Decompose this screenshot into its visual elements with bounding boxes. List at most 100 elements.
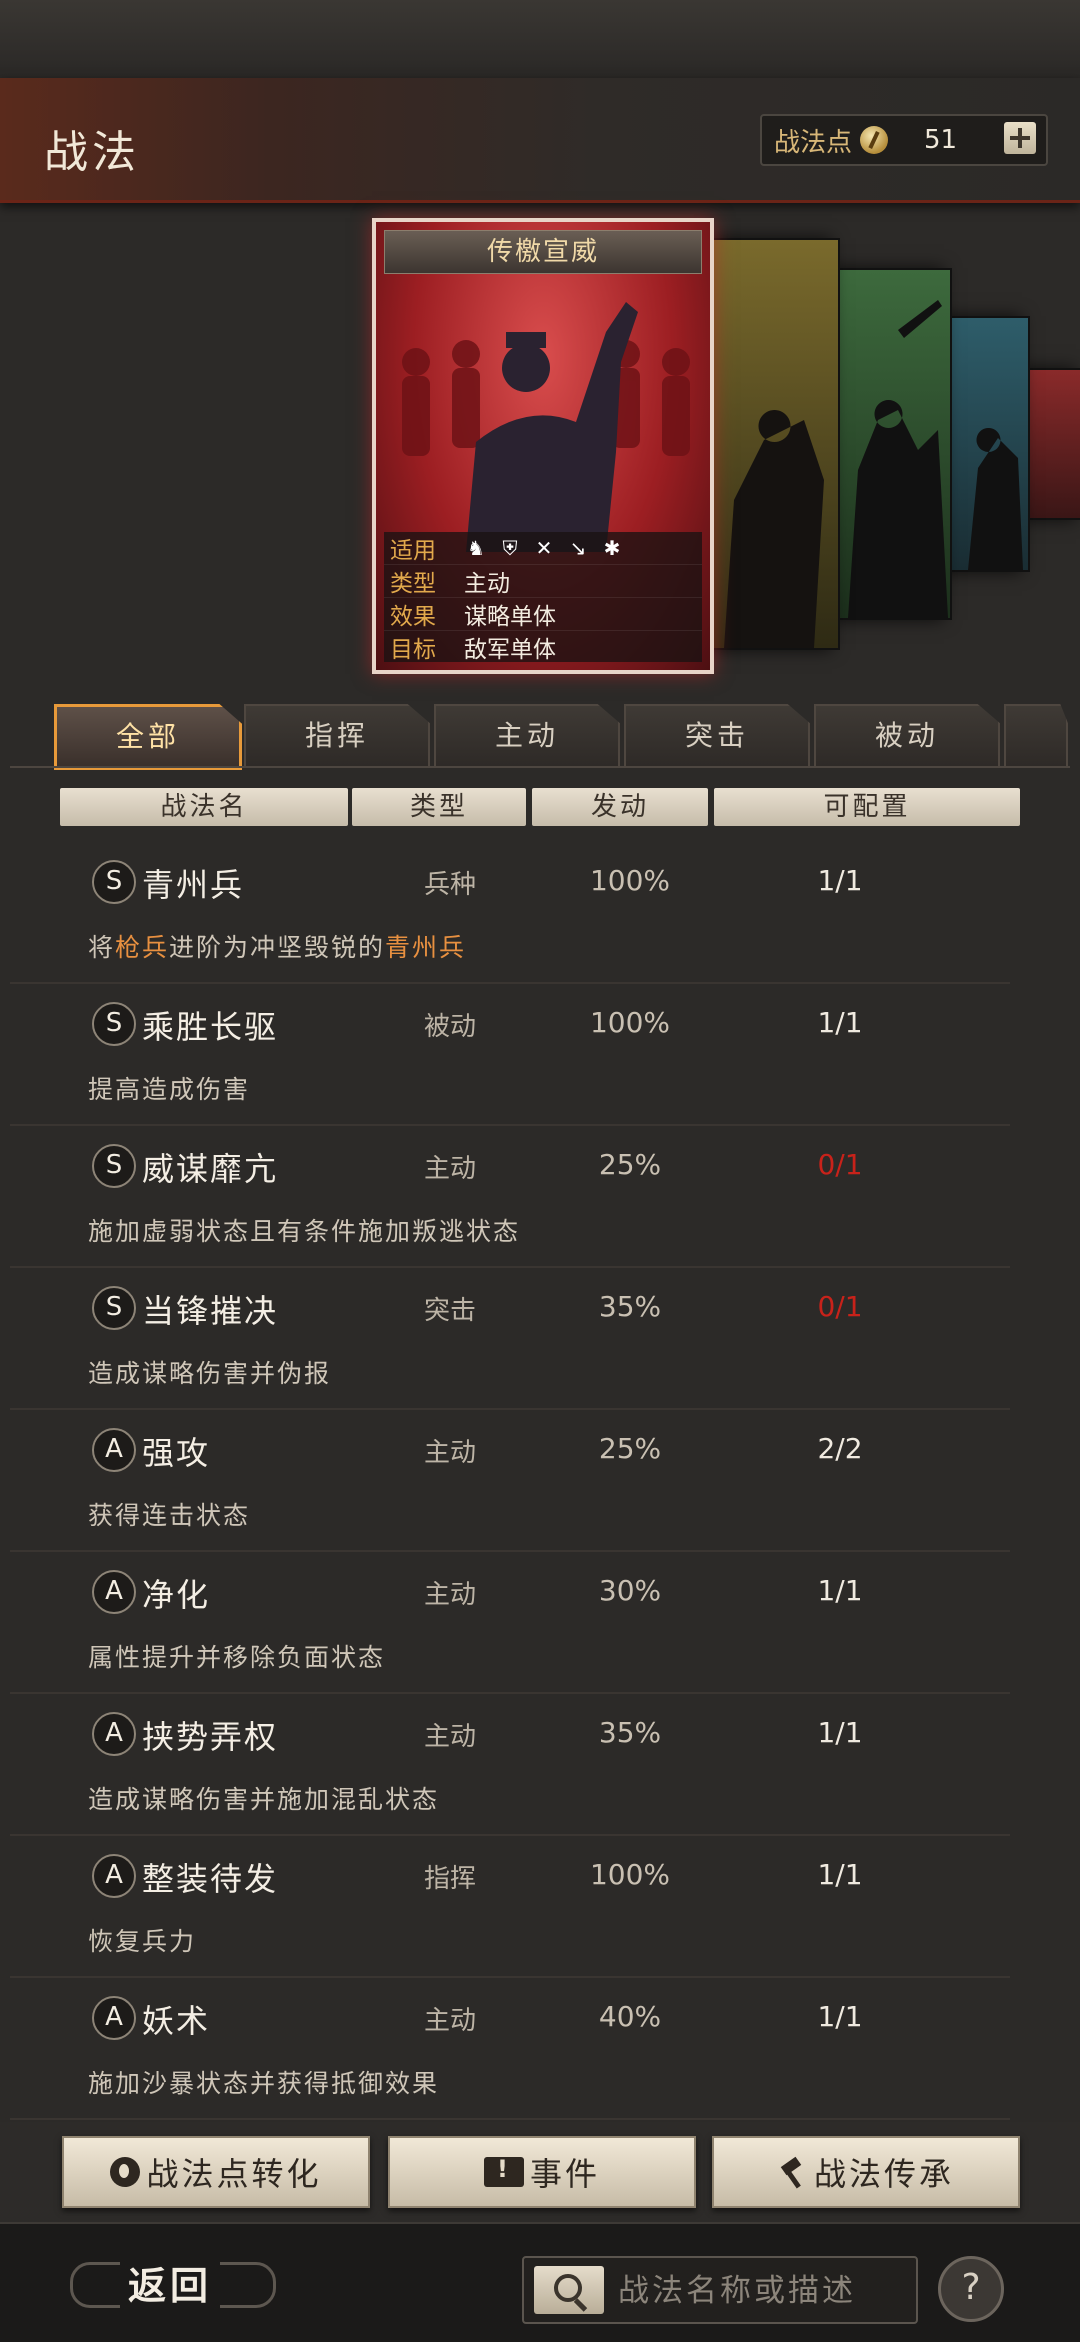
skill-name: 净化 [142,1576,211,1614]
skill-type: 被动 [423,1012,476,1042]
carousel-card-3[interactable] [946,316,1030,572]
skill-description: 将枪兵进阶为冲坚毁锐的青州兵 [88,928,466,964]
cavalry-icon: ♞ [467,536,485,560]
grade-badge: A [92,1996,136,2040]
skill-description: 施加沙暴状态并获得抵御效果 [88,2069,440,2098]
skill-name: 当锋摧决 [142,1292,279,1330]
grade-badge: A [92,1712,136,1756]
search-input[interactable] [616,2258,910,2324]
convert-points-button[interactable]: 战法点转化 [62,2136,370,2208]
event-icon [483,2155,524,2187]
skill-config: 2/2 [817,1432,863,1465]
skill-name: 整装待发 [142,1860,279,1898]
skill-row[interactable]: A 挟势弄权 主动 35% 1/1 造成谋略伤害并施加混乱状态 [10,1692,1010,1836]
spear-icon: ↘ [569,536,587,560]
skill-row[interactable]: A 净化 主动 30% 1/1 属性提升并移除负面状态 [10,1550,1010,1694]
skill-row[interactable]: S 青州兵 兵种 100% 1/1 将枪兵进阶为冲坚毁锐的青州兵 [10,840,1010,984]
skill-type: 主动 [423,1722,476,1752]
add-points-button[interactable] [1004,122,1036,154]
event-button[interactable]: 事件 [388,2136,696,2208]
skill-config: 1/1 [817,1858,863,1891]
tab-passive[interactable]: 被动 [814,704,1000,768]
grade-badge: A [92,1570,136,1614]
skill-points-value: 51 [924,125,958,155]
column-header-config[interactable]: 可配置 [714,788,1020,826]
skill-rate: 35% [598,1290,662,1323]
skill-list[interactable]: S 青州兵 兵种 100% 1/1 将枪兵进阶为冲坚毁锐的青州兵 S 乘胜长驱 … [0,840,1080,2125]
tab-divider [10,766,1070,768]
troop-type-icons: ♞ ⛨ ✕ ↘ ✱ [464,537,624,559]
skill-name: 强攻 [142,1434,211,1472]
featured-skill-card[interactable]: 传檄宣威 适用 ♞ ⛨ ✕ ↘ ✱ 类型 主动 效果 谋略单体 目标 敌军单体 [372,218,714,674]
skill-rate: 25% [598,1148,662,1181]
skill-rate: 40% [598,2000,662,2033]
skill-row[interactable]: A 强攻 主动 25% 2/2 获得连击状态 [10,1408,1010,1552]
convert-points-label: 战法点转化 [146,2155,322,2193]
card-info-row-effect: 效果 谋略单体 [384,598,702,631]
skill-row[interactable]: S 威谋靡亢 主动 25% 0/1 施加虚弱状态且有条件施加叛逃状态 [10,1124,1010,1268]
desc-highlight: 枪兵 [115,933,170,962]
top-decor-band [0,0,1080,78]
skill-name: 青州兵 [142,866,245,904]
inherit-skill-button[interactable]: 战法传承 [712,2136,1020,2208]
help-button[interactable]: ? [938,2256,1004,2322]
inherit-skill-label: 战法传承 [813,2155,954,2193]
skill-type: 指挥 [423,1864,476,1894]
skill-rate: 30% [598,1574,662,1607]
skill-name: 妖术 [142,2002,211,2040]
skill-rate: 100% [589,1006,671,1039]
skill-row[interactable]: S 当锋摧决 突击 35% 0/1 造成谋略伤害并伪报 [10,1266,1010,1410]
tab-active[interactable]: 主动 [434,704,620,768]
grade-badge: A [92,1428,136,1472]
grade-badge: A [92,1854,136,1898]
skill-name: 威谋靡亢 [142,1150,279,1188]
skill-description: 提高造成伤害 [88,1075,251,1104]
column-header-rate[interactable]: 发动 [532,788,708,826]
skill-config: 1/1 [817,864,863,897]
filter-tabs: 全部 指挥 主动 突击 被动 [54,704,1080,770]
footer-bar: 返回 ? [0,2222,1080,2342]
card-info-value: 敌军单体 [464,637,556,663]
skill-description: 施加虚弱状态且有条件施加叛逃状态 [88,1217,521,1246]
carousel-card-2[interactable] [836,268,952,620]
cavalry-silhouette-icon [848,300,948,618]
carousel-card-1[interactable] [702,238,840,650]
back-label: 返回 [119,2254,220,2310]
skill-rate: 100% [589,1858,671,1891]
page-title: 战法 [44,127,140,178]
skill-type: 突击 [423,1296,476,1326]
skill-description: 获得连击状态 [88,1501,251,1530]
tab-more[interactable] [1004,704,1068,768]
skill-row[interactable]: S 乘胜长驱 被动 100% 1/1 提高造成伤害 [10,982,1010,1126]
card-info-row-usage: 适用 ♞ ⛨ ✕ ↘ ✱ [384,532,702,565]
drop-icon [110,2157,141,2187]
skill-config: 1/1 [817,1574,863,1607]
skill-description: 恢复兵力 [88,1927,197,1956]
column-header-type[interactable]: 类型 [352,788,526,826]
search-button[interactable] [534,2266,604,2314]
skill-config: 1/1 [817,1006,863,1039]
skill-row[interactable]: A 妖术 主动 40% 1/1 施加沙暴状态并获得抵御效果 [10,1976,1010,2120]
skill-type: 兵种 [423,870,476,900]
skill-description: 属性提升并移除负面状态 [88,1643,386,1672]
back-button[interactable]: 返回 [70,2248,276,2316]
desc-highlight: 青州兵 [385,933,467,962]
skill-description: 造成谋略伤害并施加混乱状态 [88,1785,440,1814]
tab-assault[interactable]: 突击 [624,704,810,768]
header-bar: 战法 战法点 51 [0,78,1080,203]
skill-type: 主动 [423,1580,476,1610]
column-header-name[interactable]: 战法名 [60,788,348,826]
tab-all[interactable]: 全部 [54,704,242,770]
skill-description: 造成谋略伤害并伪报 [88,1359,332,1388]
desc-text: 将 [88,933,116,962]
skill-row[interactable]: A 整装待发 指挥 100% 1/1 恢复兵力 [10,1834,1010,1978]
skill-type: 主动 [423,2006,476,2036]
card-info-row-target: 目标 敌军单体 [384,631,702,663]
skill-point-coin-icon [860,126,889,154]
search-icon [554,2274,582,2302]
card-info-key: 适用 [390,538,436,564]
skill-name: 挟势弄权 [142,1718,279,1756]
carousel-card-4[interactable] [1026,368,1080,520]
horseman-silhouette-icon [724,410,824,648]
tab-command[interactable]: 指挥 [244,704,430,768]
